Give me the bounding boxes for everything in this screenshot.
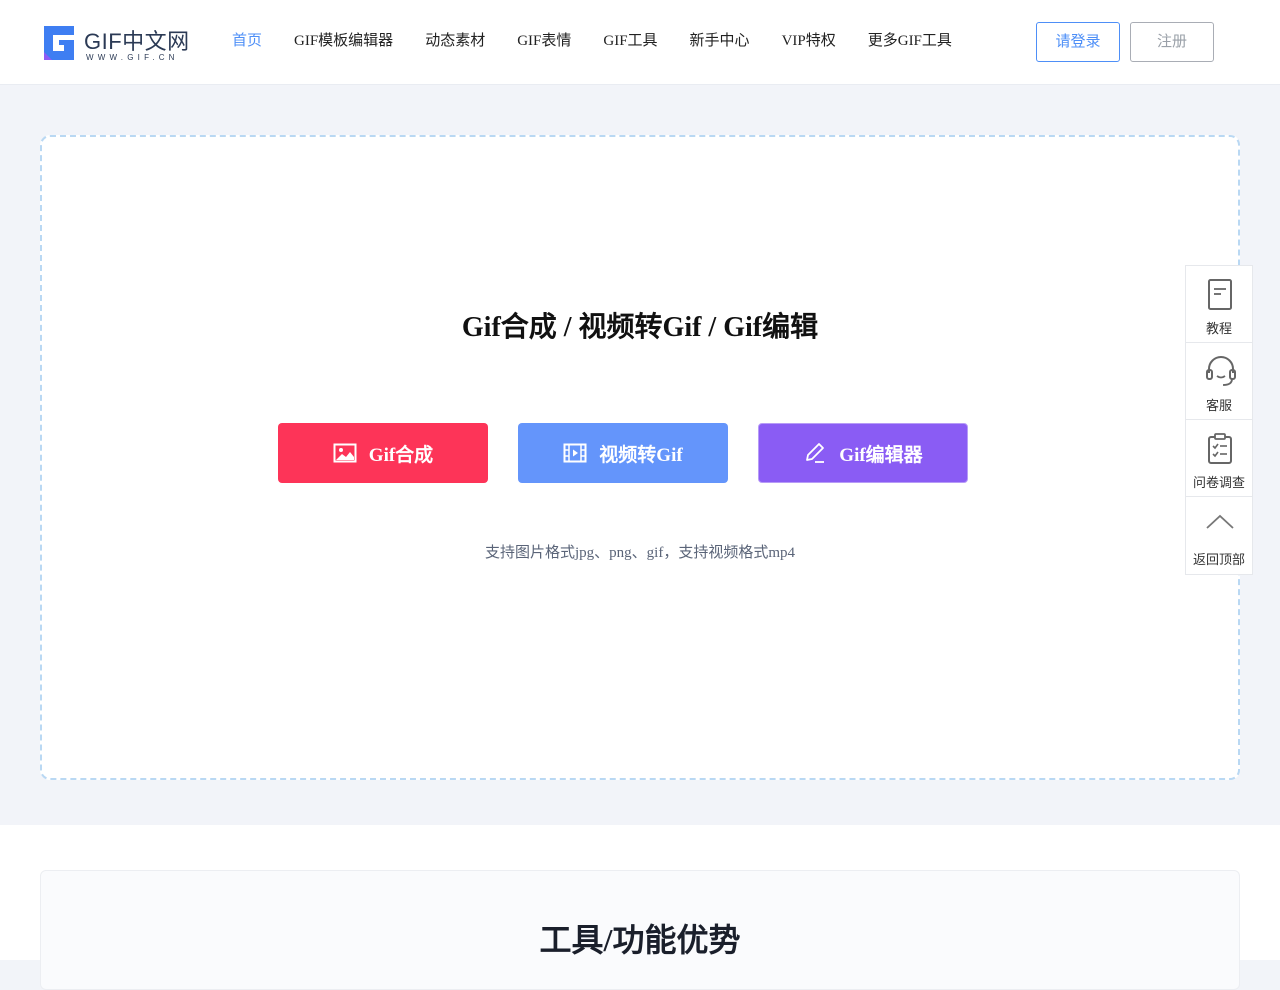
site-header: GIF中文网 WWW.GIF.CN 首页 GIF模板编辑器 动态素材 GIF表情… [0, 0, 1280, 85]
nav-gif-tools[interactable]: GIF工具 [603, 31, 657, 51]
features-title: 工具/功能优势 [539, 922, 741, 958]
logo-text: GIF中文网 [84, 29, 190, 54]
gif-editor-button[interactable]: Gif编辑器 [758, 423, 968, 483]
headset-icon [1206, 356, 1236, 386]
float-customer-service-label: 客服 [1205, 398, 1232, 413]
nav-home[interactable]: 首页 [232, 31, 262, 51]
nav-vip[interactable]: VIP特权 [782, 31, 836, 51]
upload-format-hint: 支持图片格式jpg、png、gif，支持视频格式mp4 [485, 545, 795, 561]
logo-subtitle: WWW.GIF.CN [86, 53, 179, 62]
register-button[interactable]: 注册 [1130, 22, 1214, 62]
nav-more-gif-tools[interactable]: 更多GIF工具 [868, 31, 952, 51]
login-button[interactable]: 请登录 [1036, 22, 1120, 62]
pencil-icon [806, 443, 825, 463]
logo-mark-icon [44, 26, 74, 60]
nav-beginner-center[interactable]: 新手中心 [690, 31, 750, 51]
upload-drop-zone[interactable]: Gif合成 / 视频转Gif / Gif编辑 Gif合成 视频转Gif Gif编… [40, 135, 1240, 780]
site-logo[interactable]: GIF中文网 WWW.GIF.CN [40, 24, 200, 64]
gif-compose-button[interactable]: Gif合成 [278, 423, 488, 483]
float-back-to-top-label: 返回顶部 [1192, 552, 1245, 567]
nav-animated-materials[interactable]: 动态素材 [425, 31, 485, 51]
upload-title: Gif合成 / 视频转Gif / Gif编辑 [461, 312, 819, 343]
nav-gif-template-editor[interactable]: GIF模板编辑器 [294, 31, 393, 51]
image-icon [333, 443, 357, 463]
video-to-gif-label: 视频转Gif [599, 444, 683, 466]
main-nav: 首页 GIF模板编辑器 动态素材 GIF表情 GIF工具 新手中心 VIP特权 … [232, 31, 984, 51]
float-tutorial-label: 教程 [1205, 321, 1232, 336]
nav-gif-emoji[interactable]: GIF表情 [517, 31, 571, 51]
document-icon [1208, 279, 1232, 310]
float-survey[interactable]: 问卷调查 [1186, 420, 1252, 497]
float-tutorial[interactable]: 教程 [1186, 266, 1252, 343]
float-survey-label: 问卷调查 [1192, 475, 1245, 490]
chevron-up-icon [1206, 514, 1234, 529]
float-customer-service[interactable]: 客服 [1186, 343, 1252, 420]
gif-editor-label: Gif编辑器 [839, 444, 923, 466]
float-back-to-top[interactable]: 返回顶部 [1186, 497, 1252, 574]
clipboard-check-icon [1208, 433, 1232, 464]
features-card: 工具/功能优势 [40, 870, 1240, 990]
floating-toolbar: 教程 客服 问卷调查 返回顶部 [1185, 265, 1253, 575]
film-icon [563, 443, 587, 463]
gif-compose-label: Gif合成 [368, 444, 434, 466]
video-to-gif-button[interactable]: 视频转Gif [518, 423, 728, 483]
